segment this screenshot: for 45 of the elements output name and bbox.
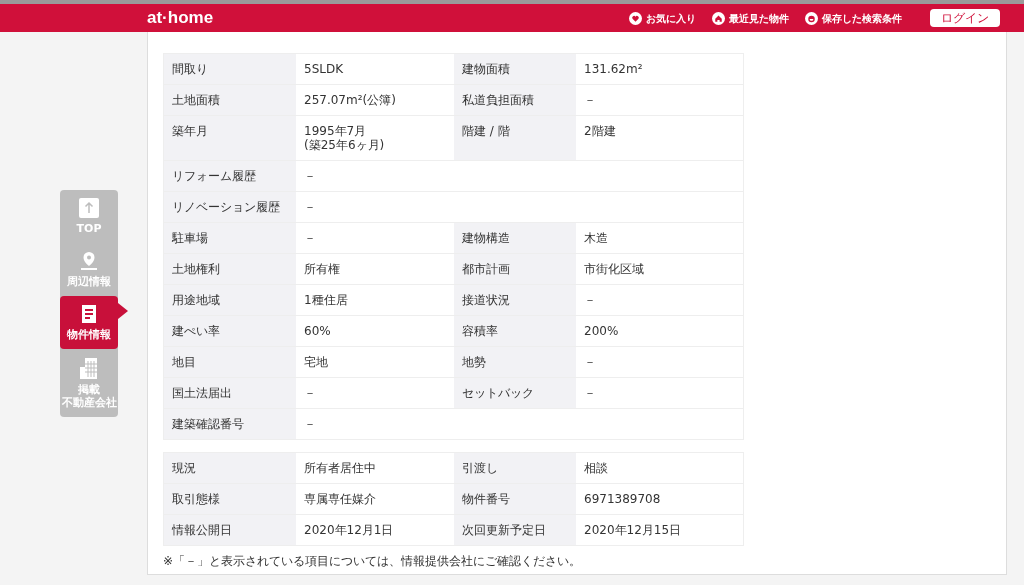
header-link[interactable]: お気に入り [646,10,696,26]
nav-label: 掲載 [78,383,100,396]
pointer-arrow [118,303,128,319]
row-label: 取引態様 [164,484,296,514]
nav-label: 不動産会社 [61,396,117,409]
row-label: セットバック [454,378,576,408]
row-label: 引渡し [454,453,576,483]
map-pin-icon [80,251,98,271]
side-nav-item[interactable]: 物件情報 [60,296,118,349]
row-label: 地目 [164,347,296,377]
building-icon [79,357,99,379]
row-label: 都市計画 [454,254,576,284]
login-button[interactable]: ログイン [930,9,1000,27]
row-label: 階建 / 階 [454,116,576,160]
row-label: 容積率 [454,316,576,346]
nav-label: TOP [76,222,102,235]
row-label: 私道負担面積 [454,85,576,115]
row-label: リフォーム履歴 [164,161,296,191]
row-label: 建物面積 [454,54,576,84]
nav-label: 周辺情報 [67,275,111,288]
row-label: 次回更新予定日 [454,515,576,545]
saved-search-icon [805,11,818,25]
row-label: リノベーション履歴 [164,192,296,222]
row-label: 建ぺい率 [164,316,296,346]
row-label: 物件番号 [454,484,576,514]
row-label: 建築確認番号 [164,409,296,439]
row-label: 現況 [164,453,296,483]
row-label: 土地権利 [164,254,296,284]
row-label: 国土法届出 [164,378,296,408]
header-link[interactable]: 保存した検索条件 [822,10,902,26]
row-label: 駐車場 [164,223,296,253]
row-label: 建物構造 [454,223,576,253]
row-label: 間取り [164,54,296,84]
site-logo[interactable]: at·home [147,5,214,31]
document-icon [80,304,98,324]
footnote-text: ※「－」と表示されている項目については、情報提供会社にご確認ください。 [163,554,582,568]
row-label: 用途地域 [164,285,296,315]
nav-label: 物件情報 [67,328,111,341]
header-link[interactable]: 最近見た物件 [729,10,789,26]
row-label: 接道状況 [454,285,576,315]
row-label: 築年月 [164,116,296,160]
row-label: 地勢 [454,347,576,377]
house-icon [712,11,725,25]
row-label: 情報公開日 [164,515,296,545]
row-label: 土地面積 [164,85,296,115]
